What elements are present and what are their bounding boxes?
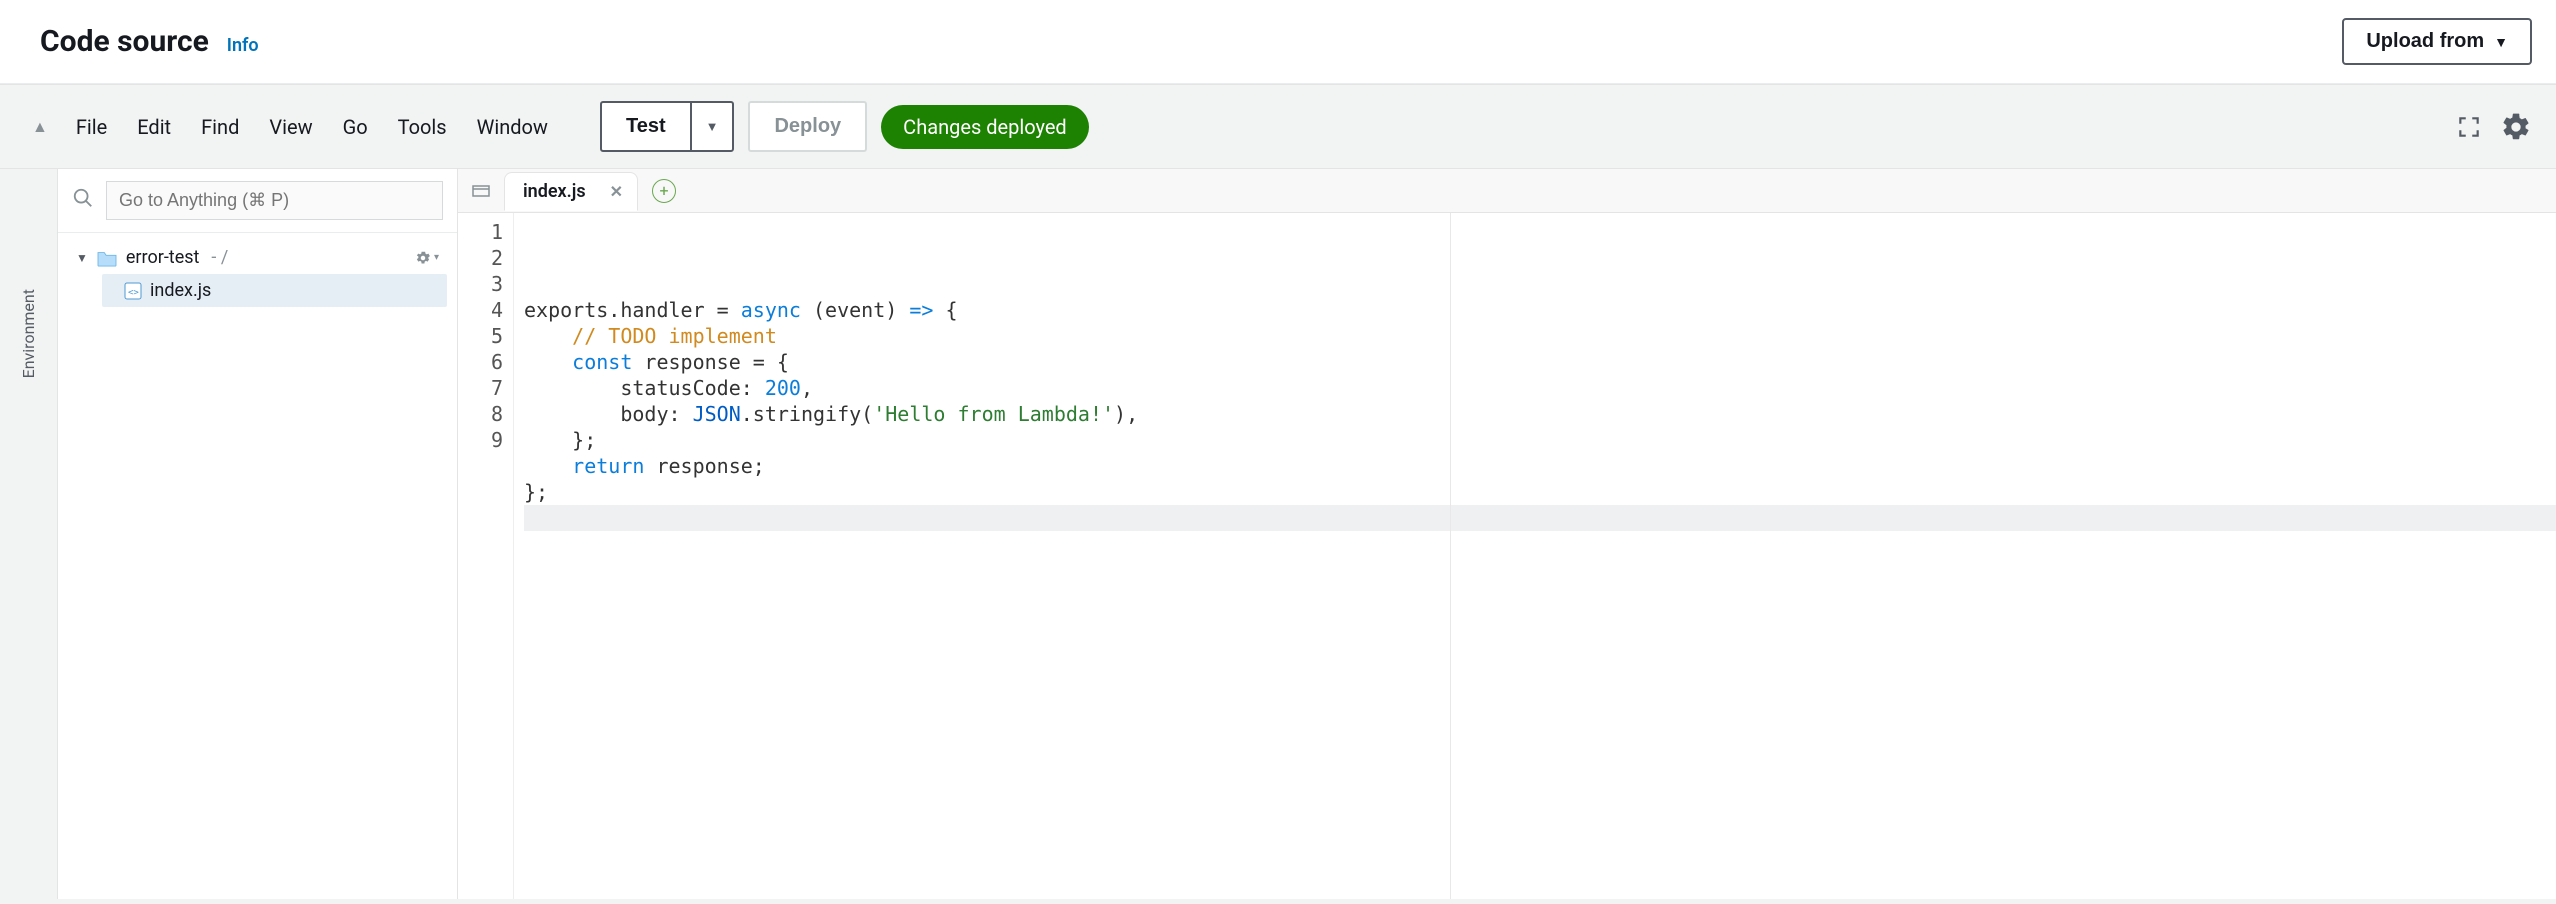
- editor-tab-index-js[interactable]: index.js ✕: [504, 172, 638, 211]
- tree-settings-gear-icon[interactable]: ▾: [414, 249, 439, 267]
- test-split-button: Test ▼: [600, 101, 735, 152]
- deploy-button: Deploy: [748, 101, 867, 152]
- menu-file[interactable]: File: [76, 115, 107, 139]
- file-row-index-js[interactable]: <> index.js: [102, 274, 447, 307]
- code-content[interactable]: exports.handler = async (event) => { // …: [514, 213, 2556, 899]
- menu-edit[interactable]: Edit: [137, 115, 171, 139]
- info-link[interactable]: Info: [227, 35, 259, 56]
- file-name: index.js: [150, 280, 211, 301]
- settings-gear-icon[interactable]: [2500, 111, 2532, 143]
- menu-view[interactable]: View: [269, 115, 312, 139]
- editor-tabbar: index.js ✕ +: [458, 169, 2556, 213]
- goto-anything-input[interactable]: [106, 181, 443, 220]
- deploy-status-badge: Changes deployed: [881, 105, 1089, 149]
- line-number-gutter: 123456789: [458, 213, 514, 899]
- environment-side-tab[interactable]: Environment: [0, 169, 58, 899]
- collapse-up-icon[interactable]: ▲: [24, 117, 56, 137]
- upload-from-button[interactable]: Upload from ▼: [2342, 18, 2532, 65]
- file-tree: ▼ error-test - / ▾: [58, 233, 457, 315]
- page-title: Code source: [40, 24, 209, 59]
- menu-go[interactable]: Go: [343, 115, 368, 139]
- environment-side-tab-label: Environment: [19, 289, 38, 378]
- test-button[interactable]: Test: [600, 101, 691, 152]
- fullscreen-icon[interactable]: [2456, 114, 2482, 140]
- js-file-icon: <>: [124, 282, 142, 300]
- menu-window[interactable]: Window: [477, 115, 548, 139]
- menu-tools[interactable]: Tools: [398, 115, 447, 139]
- close-tab-icon[interactable]: ✕: [610, 182, 623, 201]
- ide-menubar: ▲ File Edit Find View Go Tools Window Te…: [0, 84, 2556, 169]
- search-icon[interactable]: [72, 187, 94, 215]
- svg-text:<>: <>: [128, 288, 139, 298]
- panel-header: Code source Info Upload from ▼: [0, 0, 2556, 84]
- ide-workspace: Environment ▼ error-test - /: [0, 169, 2556, 899]
- code-editor[interactable]: 123456789 exports.handler = async (event…: [458, 213, 2556, 899]
- editor-tab-label: index.js: [523, 181, 586, 202]
- folder-name: error-test: [126, 247, 200, 268]
- file-explorer-sidebar: ▼ error-test - / ▾: [58, 169, 458, 899]
- menu-items: File Edit Find View Go Tools Window: [76, 115, 548, 139]
- tab-scroll-handle-icon[interactable]: [464, 175, 498, 207]
- menu-find[interactable]: Find: [201, 115, 239, 139]
- caret-down-icon: ▼: [76, 251, 88, 265]
- folder-row-error-test[interactable]: ▼ error-test - / ▾: [68, 241, 447, 274]
- folder-icon: [96, 249, 118, 267]
- upload-from-label: Upload from: [2366, 30, 2484, 53]
- new-tab-button[interactable]: +: [652, 179, 676, 203]
- folder-path-suffix: - /: [211, 247, 228, 268]
- caret-down-icon: ▼: [2494, 34, 2508, 50]
- print-margin-ruler: [1450, 213, 1451, 899]
- test-dropdown-button[interactable]: ▼: [691, 101, 735, 152]
- editor-pane: index.js ✕ + 123456789 exports.handler =…: [458, 169, 2556, 899]
